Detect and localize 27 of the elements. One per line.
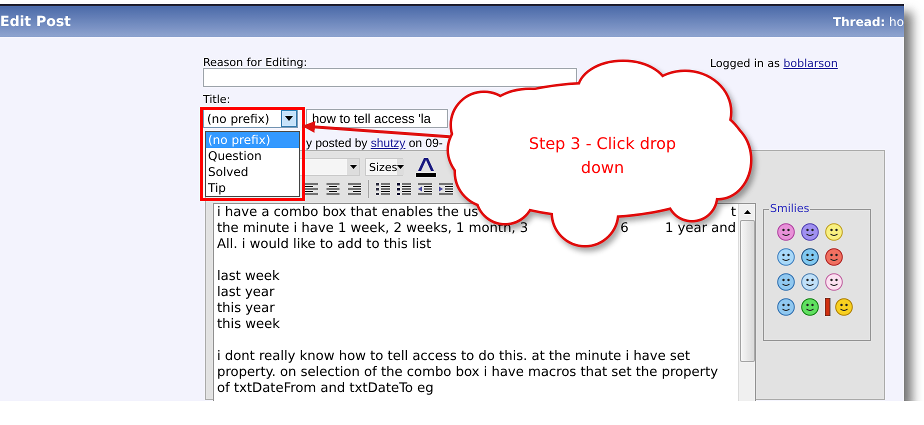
title-input-field[interactable]: how to tell access 'la bbox=[306, 109, 448, 128]
message-text: i dont really know how to tell access to do this. at the minute i have set bbox=[217, 349, 690, 365]
message-text: 6 bbox=[620, 221, 629, 237]
prefix-select[interactable]: (no prefix) bbox=[203, 109, 298, 128]
callout-text: Step 3 - Click drop down bbox=[528, 133, 678, 179]
message-text: property. on selection of the combo box i have macros that set the property bbox=[217, 365, 718, 381]
field-label: Reason for Editing: bbox=[203, 56, 308, 70]
message-text: last year bbox=[217, 285, 274, 301]
dropdown-option[interactable]: Tip bbox=[206, 180, 299, 196]
user-link[interactable]: boblarson bbox=[783, 57, 838, 70]
message-text: All. i would like to add to this list bbox=[217, 237, 432, 253]
smilies-legend: Smilies bbox=[769, 202, 810, 215]
field-label: Title: bbox=[203, 93, 232, 107]
size-select[interactable]: Sizes bbox=[365, 158, 403, 176]
message-text: i have a combo box that enables the us bbox=[217, 205, 478, 221]
message-text: t bbox=[730, 205, 736, 221]
dropdown-option[interactable]: Question bbox=[206, 148, 299, 164]
login-status-text: Logged in as boblarson bbox=[710, 56, 839, 72]
message-text: 1 year and bbox=[664, 221, 736, 237]
page-title: Edit Post bbox=[0, 14, 71, 30]
thread-title: Thread: ho bbox=[832, 14, 904, 28]
message-text: this week bbox=[217, 317, 280, 333]
message-text: of txtDateFrom and txtDateTo eg bbox=[217, 381, 434, 397]
dropdown-option[interactable]: Solved bbox=[206, 164, 299, 180]
message-text: this year bbox=[217, 301, 275, 317]
message-text: last week bbox=[217, 269, 280, 285]
user-link[interactable]: shutzy bbox=[370, 136, 406, 150]
